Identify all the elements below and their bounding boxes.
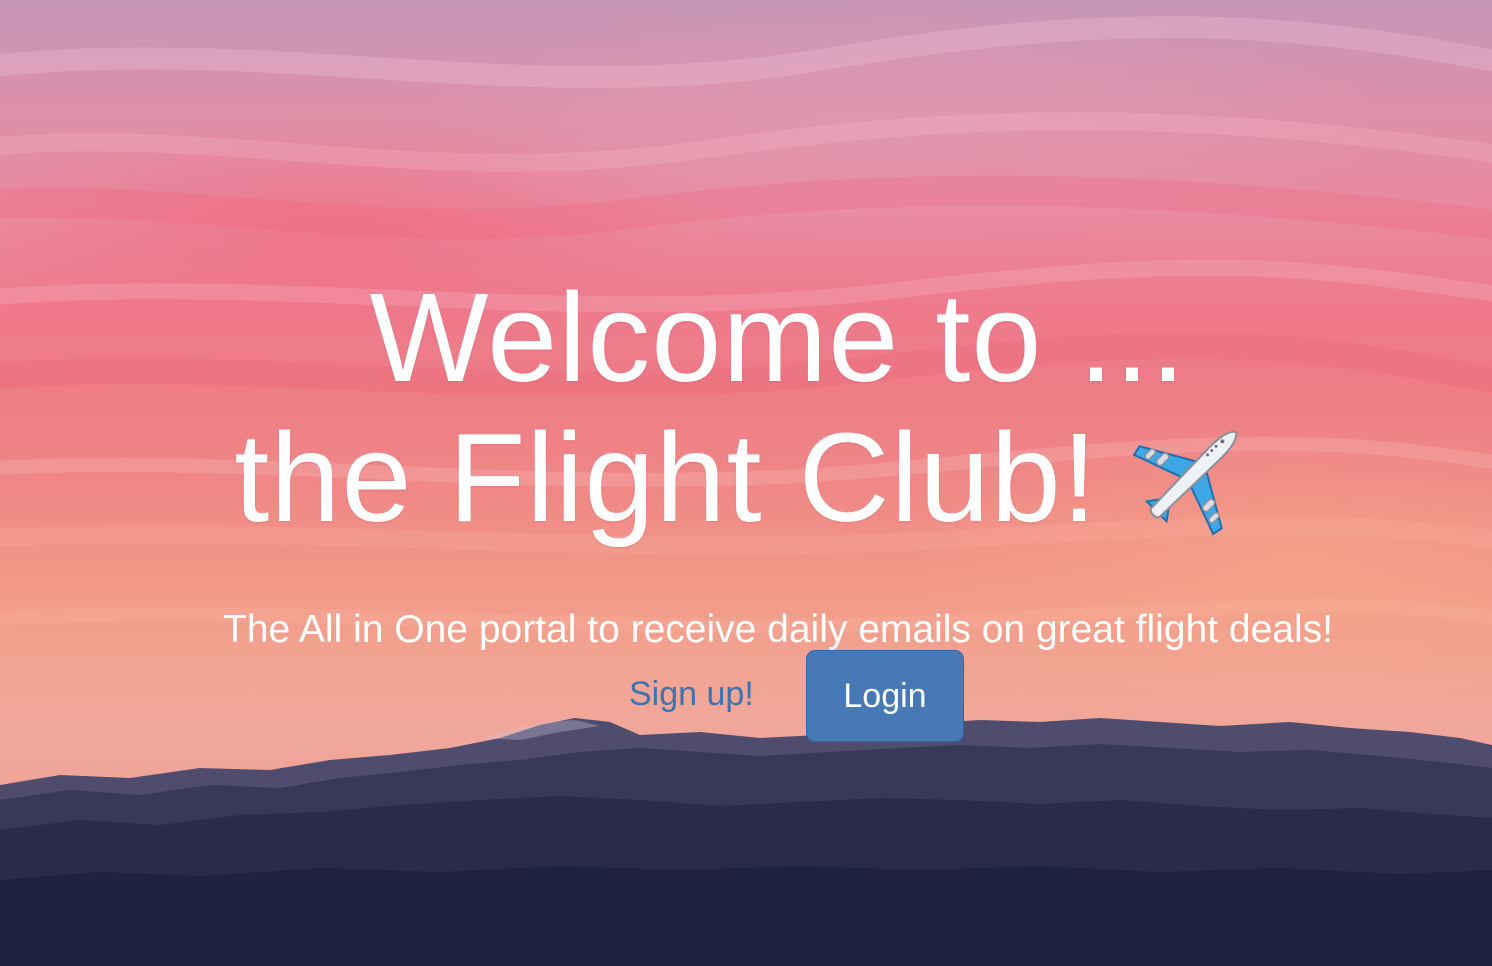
- hero-title-text: the Flight Club!: [234, 407, 1098, 548]
- hero-content: Welcome to ... the Flight Club! The All …: [0, 0, 1492, 966]
- hero-actions: Sign up! Login: [0, 650, 1492, 742]
- airplane-icon: [1132, 430, 1237, 536]
- hero-title-line1: Welcome to ...: [369, 267, 1187, 408]
- hero-tagline: The All in One portal to receive daily e…: [223, 608, 1333, 651]
- login-button[interactable]: Login: [806, 650, 964, 742]
- hero-title-line2: the Flight Club!: [0, 408, 1492, 554]
- signup-link[interactable]: Sign up!: [629, 672, 754, 716]
